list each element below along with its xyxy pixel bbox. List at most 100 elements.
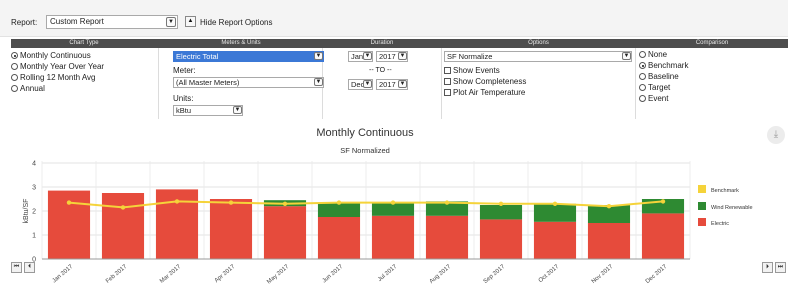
y-tick-label: 1 (32, 233, 36, 240)
meter-select[interactable]: (All Master Meters) ▼ (173, 77, 324, 88)
from-month-select[interactable]: Jan ▼ (348, 51, 373, 62)
from-year-value: 2017 (379, 52, 396, 61)
checkbox-show-events[interactable]: Show Events (444, 66, 500, 76)
radio-button[interactable] (639, 51, 646, 58)
first-page-button[interactable]: ⏮ (11, 262, 22, 273)
radio-label: None (648, 50, 668, 59)
last-page-button[interactable]: ⏭ (775, 262, 786, 273)
chevron-down-icon: ▼ (622, 52, 631, 60)
radio-button[interactable] (11, 85, 18, 92)
x-tick-label: Jan 2017 (52, 264, 75, 285)
chevron-down-icon: ▼ (363, 80, 372, 88)
radio-button[interactable] (639, 73, 646, 80)
radio-rolling-12-month-avg[interactable]: Rolling 12 Month Avg (11, 73, 95, 83)
units-label: Units: (173, 94, 194, 103)
radio-button[interactable] (639, 62, 646, 69)
x-tick-label: Dec 2017 (645, 264, 669, 286)
y-tick-label: 2 (32, 209, 36, 216)
legend-item-electric[interactable]: Electric (698, 218, 729, 229)
checkbox[interactable] (444, 78, 451, 85)
column-divider (441, 48, 442, 119)
legend-item-benchmark[interactable]: Benchmark (698, 185, 739, 196)
x-tick-label: Mar 2017 (159, 264, 183, 285)
bar-electric (371, 215, 415, 259)
benchmark-point (174, 199, 180, 204)
radio-label: Monthly Continuous (20, 51, 91, 60)
radio-label: Target (648, 83, 671, 92)
chevron-up-icon: ▲ (187, 18, 194, 24)
options-header-row: Chart Type Meters & Units Duration Optio… (11, 39, 788, 48)
units-select[interactable]: kBtu ▼ (173, 105, 243, 116)
radio-comparison-none[interactable]: None (639, 50, 667, 60)
legend-item-wind-renewable[interactable]: Wind Renewable (698, 202, 753, 213)
previous-page-button[interactable]: ⏴ (24, 262, 35, 273)
bar-electric (587, 223, 631, 259)
radio-button[interactable] (11, 74, 18, 81)
bar-electric (209, 199, 253, 259)
report-select-value: Custom Report (50, 17, 104, 26)
radio-button[interactable] (11, 63, 18, 70)
x-tick-label: Sep 2017 (483, 264, 507, 286)
checkbox[interactable] (444, 67, 451, 74)
first-page-icon: ⏮ (13, 264, 20, 270)
radio-monthly-continuous[interactable]: Monthly Continuous (11, 51, 91, 61)
benchmark-point (444, 200, 450, 205)
to-month-select[interactable]: Dec ▼ (348, 79, 373, 90)
hide-options-label[interactable]: Hide Report Options (200, 18, 272, 27)
header-meters-units: Meters & Units (221, 40, 261, 46)
chart-panel: Monthly Continuous SF Normalized ⤓ 01234… (0, 121, 788, 289)
benchmark-point (282, 201, 288, 206)
benchmark-point (498, 201, 504, 206)
normalize-select[interactable]: SF Normalize ▼ (444, 51, 632, 62)
radio-comparison-target[interactable]: Target (639, 83, 670, 93)
radio-button[interactable] (11, 52, 18, 59)
chevron-down-icon: ▼ (363, 52, 372, 60)
hide-options-button[interactable]: ▲ (185, 16, 196, 27)
radio-comparison-baseline[interactable]: Baseline (639, 72, 679, 82)
header-chart-type: Chart Type (69, 40, 99, 46)
radio-monthly-year-over-year[interactable]: Monthly Year Over Year (11, 62, 104, 72)
radio-button[interactable] (639, 84, 646, 91)
previous-page-icon: ⏴ (27, 264, 31, 270)
legend-swatch (698, 218, 706, 226)
report-options-panel: Chart Type Meters & Units Duration Optio… (11, 39, 788, 119)
radio-label: Rolling 12 Month Avg (20, 73, 96, 82)
benchmark-point (336, 200, 342, 205)
chart-plot: 01234kBtu/SFJan 2017 Feb 2017 Mar 2017 Apr … (23, 161, 691, 286)
benchmark-point (390, 200, 396, 205)
to-year-select[interactable]: 2017 ▼ (376, 79, 408, 90)
chevron-down-icon: ▼ (314, 78, 323, 86)
checkbox-show-completeness[interactable]: Show Completeness (444, 77, 526, 87)
benchmark-point (660, 199, 666, 204)
energy-type-select[interactable]: Electric Total ▼ (173, 51, 324, 62)
radio-label: Baseline (648, 72, 679, 81)
legend-swatch (698, 202, 706, 210)
radio-button[interactable] (639, 95, 646, 102)
x-tick-label: Nov 2017 (591, 264, 615, 286)
from-year-select[interactable]: 2017 ▼ (376, 51, 408, 62)
chevron-down-icon: ▼ (398, 52, 407, 60)
benchmark-point (606, 204, 612, 209)
radio-comparison-benchmark[interactable]: Benchmark (639, 61, 688, 71)
column-divider (635, 48, 636, 119)
checkbox-plot-air-temperature[interactable]: Plot Air Temperature (444, 88, 525, 98)
benchmark-point (228, 200, 234, 205)
checkbox-label: Show Completeness (453, 77, 527, 86)
x-tick-label: Feb 2017 (105, 264, 129, 285)
benchmark-point (552, 201, 558, 206)
bar-electric (641, 213, 685, 259)
legend-label: Benchmark (711, 188, 739, 194)
last-page-icon: ⏭ (777, 264, 784, 270)
benchmark-point (66, 200, 72, 205)
chevron-down-icon: ▼ (166, 17, 176, 27)
header-comparison: Comparison (695, 40, 729, 46)
energy-type-value: Electric Total (176, 52, 219, 61)
bar-wind-renewable (533, 203, 577, 222)
x-tick-label: Jun 2017 (322, 264, 345, 285)
checkbox[interactable] (444, 89, 451, 96)
radio-comparison-event[interactable]: Event (639, 94, 668, 104)
radio-annual[interactable]: Annual (11, 84, 45, 94)
report-select[interactable]: Custom Report ▼ (46, 15, 178, 29)
chevron-down-icon: ▼ (398, 80, 407, 88)
next-page-button[interactable]: ⏵ (762, 262, 773, 273)
